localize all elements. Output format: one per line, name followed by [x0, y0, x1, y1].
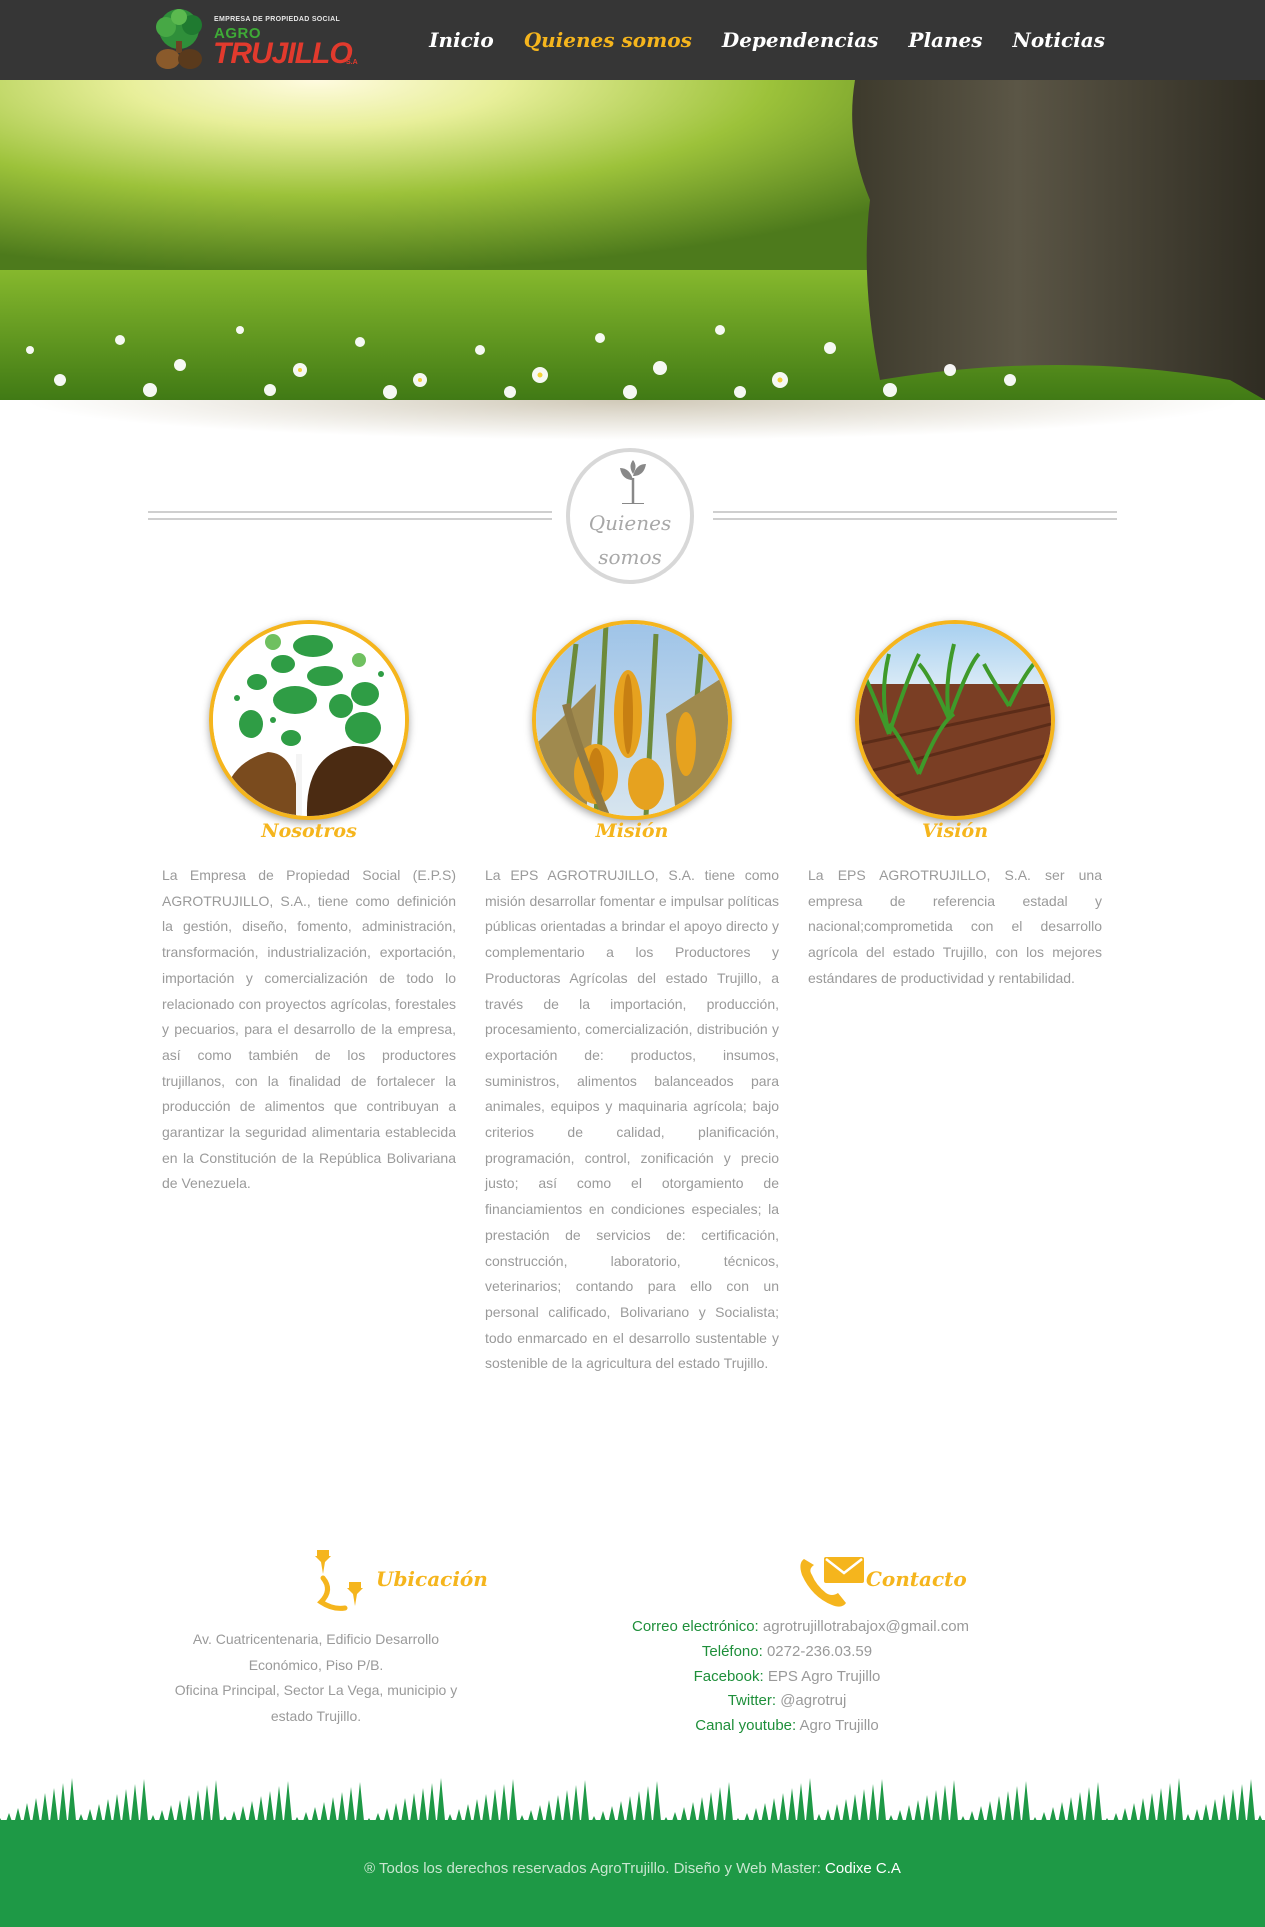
- title-divider-left: [148, 511, 552, 520]
- contact-value[interactable]: agrotrujillotrabajox@gmail.com: [763, 1618, 969, 1635]
- site-header: EMPRESA DE PROPIEDAD SOCIAL AGRO TRUJILL…: [0, 0, 1265, 80]
- copyright-text: ® Todos los derechos reservados AgroTruj…: [364, 1860, 821, 1877]
- page-title-line2: somos: [598, 545, 662, 569]
- column-title: Nosotros: [261, 820, 357, 842]
- location-address: Av. Cuatricentenaria, Edificio Desarroll…: [168, 1627, 464, 1729]
- nav-inicio[interactable]: Inicio: [429, 28, 494, 52]
- agrotrujillo-logo[interactable]: EMPRESA DE PROPIEDAD SOCIAL AGRO TRUJILL…: [148, 7, 363, 73]
- copyright: ® Todos los derechos reservados AgroTruj…: [0, 1860, 1265, 1877]
- column-title: Misión: [595, 820, 669, 842]
- contact-label: Twitter:: [727, 1692, 777, 1710]
- page-title-line1: Quienes: [588, 511, 672, 535]
- address-line1: Av. Cuatricentenaria, Edificio Desarroll…: [192, 1631, 440, 1673]
- hero-shadow: [0, 400, 1265, 450]
- nav-dependencias[interactable]: Dependencias: [722, 28, 879, 52]
- contact-phone[interactable]: Teléfono: 0272-236.03.59: [632, 1640, 942, 1665]
- contact-value[interactable]: EPS Agro Trujillo: [768, 1668, 881, 1685]
- contact-facebook[interactable]: Facebook: EPS Agro Trujillo: [632, 1665, 942, 1690]
- grass-border-image: [0, 1778, 1265, 1828]
- column-text: La EPS AGROTRUJILLO, S.A. tiene como mis…: [485, 867, 779, 1372]
- logo-name: TRUJILLO: [213, 37, 353, 70]
- contact-label: Canal youtube:: [695, 1717, 797, 1735]
- nav-planes[interactable]: Planes: [908, 28, 982, 52]
- nav-quienes-somos[interactable]: Quienes somos: [524, 28, 692, 52]
- hero-banner: [0, 80, 1265, 400]
- phone-mail-icon: [800, 1557, 864, 1607]
- sprout-icon: [620, 460, 646, 504]
- contact-youtube[interactable]: Canal youtube: Agro Trujillo: [632, 1714, 942, 1739]
- section-title-badge: Quienes somos: [566, 448, 694, 584]
- contact-value[interactable]: 0272-236.03.59: [767, 1643, 872, 1660]
- logo-suffix: S.A: [346, 59, 358, 66]
- webmaster-link[interactable]: Codixe C.A: [825, 1860, 901, 1877]
- address-line2: Oficina Principal, Sector La Vega, munic…: [174, 1682, 458, 1724]
- contact-label: Facebook:: [693, 1667, 764, 1685]
- contact-title: Contacto: [866, 1567, 967, 1591]
- corn-field-image: [855, 620, 1055, 820]
- map-pin-icon: [315, 1550, 363, 1611]
- contact-value[interactable]: Agro Trujillo: [800, 1717, 879, 1734]
- column-text: La Empresa de Propiedad Social (E.P.S) A…: [162, 867, 456, 1192]
- contact-email[interactable]: Correo electrónico: agrotrujillotrabajox…: [632, 1615, 969, 1640]
- tree-logo-icon: [156, 9, 202, 69]
- title-divider-right: [713, 511, 1117, 520]
- location-title: Ubicación: [376, 1567, 488, 1591]
- contact-label: Teléfono:: [701, 1642, 763, 1660]
- page-title: Quienes somos: [570, 506, 690, 574]
- column-text: La EPS AGROTRUJILLO, S.A. ser una empres…: [808, 867, 1102, 986]
- contact-twitter[interactable]: Twitter: @agrotruj: [632, 1689, 942, 1714]
- farm-animals-tree-image: [209, 620, 409, 820]
- column-title: Visión: [921, 820, 989, 842]
- contact-label: Correo electrónico:: [632, 1618, 759, 1635]
- corn-cobs-image: [532, 620, 732, 820]
- main-nav: Inicio Quienes somos Dependencias Planes…: [429, 28, 1105, 52]
- contact-value[interactable]: @agrotruj: [780, 1692, 846, 1709]
- logo-tagline: EMPRESA DE PROPIEDAD SOCIAL: [214, 16, 341, 23]
- meadow-tree-image: [0, 80, 1265, 400]
- nav-noticias[interactable]: Noticias: [1013, 28, 1105, 52]
- contact-list: Correo electrónico: agrotrujillotrabajox…: [632, 1615, 969, 1739]
